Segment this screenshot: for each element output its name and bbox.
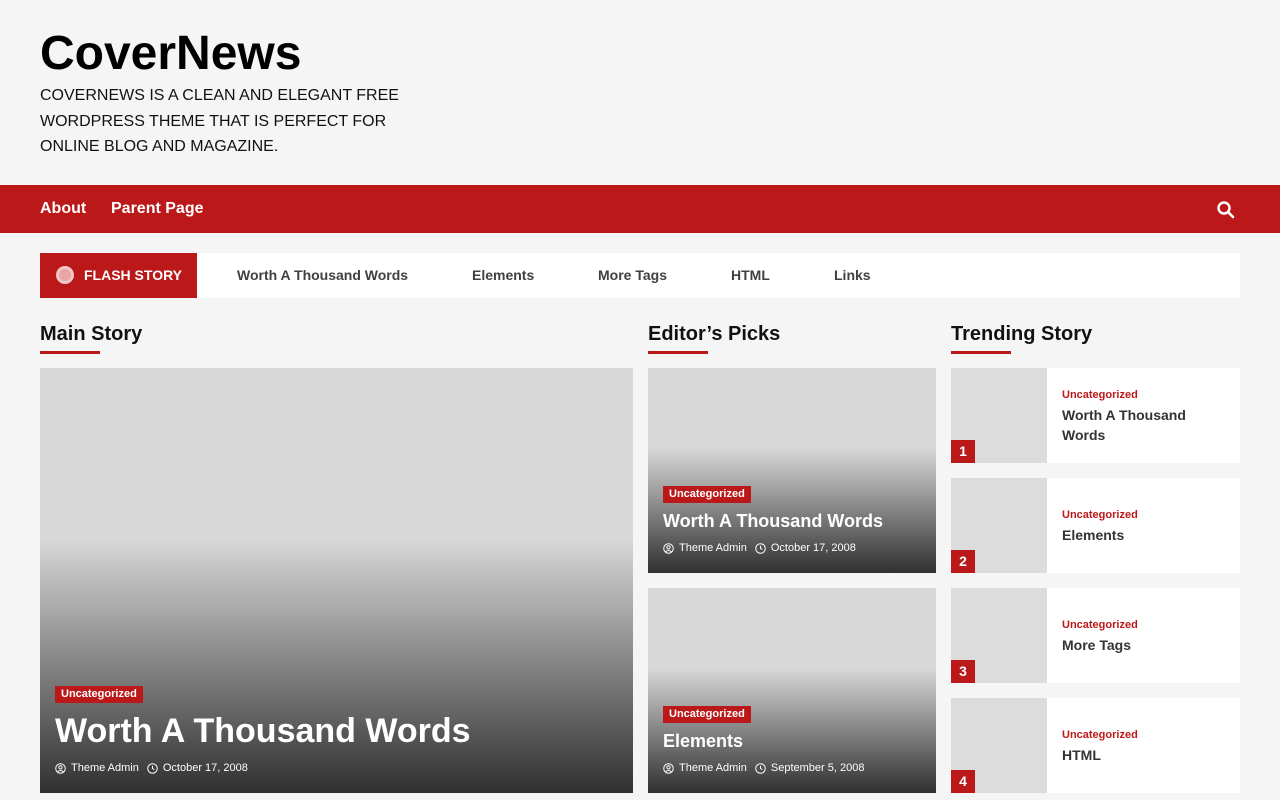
nav-item-parent-page[interactable]: Parent Page: [111, 185, 203, 233]
trending-rank: 2: [951, 550, 975, 573]
post-meta: Theme Admin September 5, 2008: [663, 762, 864, 774]
trending-item[interactable]: 3 Uncategorized More Tags: [951, 588, 1240, 683]
site-header: CoverNews COVERNEWS IS A CLEAN AND ELEGA…: [40, 28, 440, 160]
post-author[interactable]: Theme Admin: [71, 762, 139, 774]
trending-title[interactable]: HTML: [1062, 745, 1222, 765]
trending-category[interactable]: Uncategorized: [1062, 619, 1138, 631]
category-badge[interactable]: Uncategorized: [663, 706, 751, 723]
section-underline: [648, 351, 708, 354]
clock-icon: [755, 542, 766, 554]
section-title-editors-picks: Editor’s Picks: [648, 323, 781, 345]
trending-rank: 4: [951, 770, 975, 793]
trending-title[interactable]: Elements: [1062, 525, 1222, 545]
post-date[interactable]: October 17, 2008: [163, 762, 248, 774]
image-overlay: [40, 538, 633, 793]
category-badge[interactable]: Uncategorized: [663, 486, 751, 503]
flash-link[interactable]: HTML: [731, 253, 770, 298]
post-author[interactable]: Theme Admin: [679, 542, 747, 554]
trending-item[interactable]: 4 Uncategorized HTML: [951, 698, 1240, 793]
trending-title[interactable]: More Tags: [1062, 635, 1222, 655]
trending-rank: 3: [951, 660, 975, 683]
editors-pick-title[interactable]: Worth A Thousand Words: [663, 510, 883, 532]
section-title-main-story: Main Story: [40, 323, 143, 345]
main-story-title[interactable]: Worth A Thousand Words: [55, 711, 471, 751]
editors-pick-card[interactable]: Uncategorized Worth A Thousand Words The…: [648, 368, 936, 573]
main-story-card[interactable]: Uncategorized Worth A Thousand Words The…: [40, 368, 633, 793]
editors-pick-title[interactable]: Elements: [663, 730, 743, 752]
trending-item[interactable]: 1 Uncategorized Worth A Thousand Words: [951, 368, 1240, 463]
trending-category[interactable]: Uncategorized: [1062, 389, 1138, 401]
category-badge[interactable]: Uncategorized: [55, 686, 143, 703]
trending-title[interactable]: Worth A Thousand Words: [1062, 405, 1222, 445]
site-description: COVERNEWS IS A CLEAN AND ELEGANT FREE WO…: [40, 87, 399, 155]
search-icon[interactable]: [1216, 200, 1236, 220]
user-icon: [663, 762, 674, 774]
user-icon: [55, 762, 66, 774]
section-underline: [40, 351, 100, 354]
user-icon: [663, 542, 674, 554]
flash-story-label: FLASH STORY: [40, 253, 197, 298]
post-meta: Theme Admin October 17, 2008: [663, 542, 856, 554]
post-date[interactable]: September 5, 2008: [771, 762, 865, 774]
clock-icon: [755, 762, 766, 774]
site-title[interactable]: CoverNews: [40, 28, 440, 80]
flash-link[interactable]: Elements: [472, 253, 534, 298]
post-author[interactable]: Theme Admin: [679, 762, 747, 774]
trending-rank: 1: [951, 440, 975, 463]
nav-item-about[interactable]: About: [40, 185, 86, 233]
editors-pick-card[interactable]: Uncategorized Elements Theme Admin Septe…: [648, 588, 936, 793]
section-title-trending-story: Trending Story: [951, 323, 1093, 345]
post-date[interactable]: October 17, 2008: [771, 542, 856, 554]
flash-link[interactable]: Links: [834, 253, 871, 298]
trending-category[interactable]: Uncategorized: [1062, 729, 1138, 741]
clock-icon: [147, 762, 158, 774]
trending-item[interactable]: 2 Uncategorized Elements: [951, 478, 1240, 573]
flash-story-bar: FLASH STORY Worth A Thousand Words Eleme…: [40, 253, 1240, 298]
trending-category[interactable]: Uncategorized: [1062, 509, 1138, 521]
post-meta: Theme Admin October 17, 2008: [55, 762, 248, 774]
flash-link[interactable]: Worth A Thousand Words: [237, 253, 408, 298]
pulse-dot-icon: [56, 266, 74, 284]
flash-story-text: FLASH STORY: [84, 267, 183, 283]
flash-link[interactable]: More Tags: [598, 253, 667, 298]
section-underline: [951, 351, 1011, 354]
main-navigation: About Parent Page: [0, 185, 1280, 233]
